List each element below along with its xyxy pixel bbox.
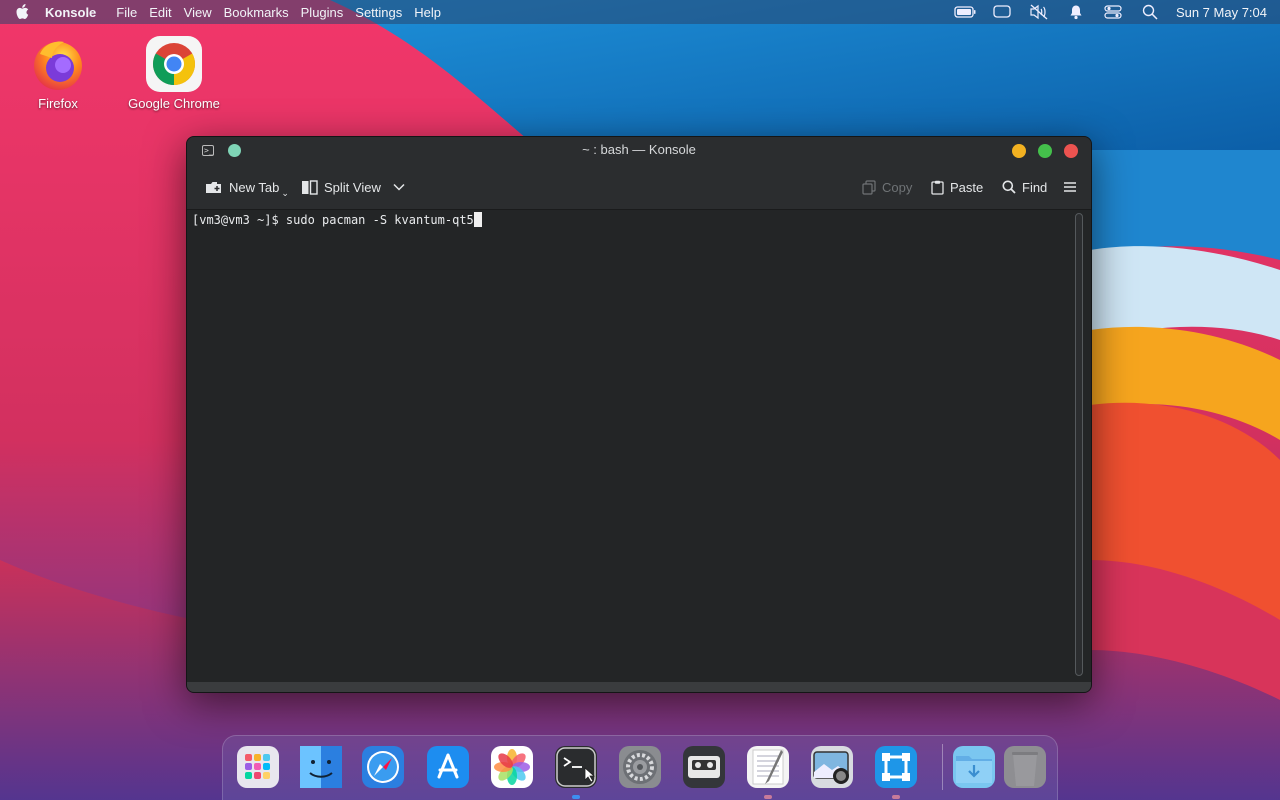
window-bottom-edge <box>187 682 1091 692</box>
hamburger-menu-icon <box>1064 182 1076 192</box>
dock <box>222 735 1058 800</box>
split-view-button[interactable]: Split View <box>301 178 381 196</box>
menu-edit[interactable]: Edit <box>149 5 171 20</box>
app-store-icon <box>427 753 469 792</box>
battery-icon[interactable] <box>954 2 976 22</box>
terminal-scrollbar[interactable] <box>1075 213 1083 676</box>
menu-settings[interactable]: Settings <box>355 5 402 20</box>
cassette-icon <box>683 756 725 792</box>
dock-item-xcode-like[interactable] <box>875 746 917 799</box>
menu-bookmarks[interactable]: Bookmarks <box>224 5 289 20</box>
desktop-icon-label: Firefox <box>38 96 78 111</box>
menu-file[interactable]: File <box>116 5 137 20</box>
control-center-icon[interactable] <box>1102 2 1124 22</box>
menu-help[interactable]: Help <box>414 5 441 20</box>
window-title: ~ : bash — Konsole <box>582 142 696 157</box>
dock-item-photos[interactable] <box>491 746 533 788</box>
minimize-button[interactable] <box>1012 144 1026 158</box>
running-indicator <box>764 795 772 799</box>
terminal-line: [vm3@vm3 ~]$ sudo pacman -S kvantum-qt5 <box>192 212 482 227</box>
display-icon[interactable] <box>991 2 1013 22</box>
copy-icon <box>862 179 876 195</box>
launchpad-icon <box>237 754 279 792</box>
running-indicator <box>892 795 900 799</box>
konsole-window: >_ ~ : bash — Konsole New Tab ⌄ Split Vi… <box>186 136 1092 693</box>
dock-item-launchpad[interactable] <box>237 746 279 788</box>
shell-prompt: [vm3@vm3 ~]$ <box>192 213 286 227</box>
split-view-label: Split View <box>324 179 381 195</box>
dock-separator <box>942 744 943 790</box>
firefox-icon <box>30 36 86 92</box>
terminal-icon <box>555 747 597 792</box>
hamburger-menu-button[interactable] <box>1064 178 1076 196</box>
split-view-icon <box>301 179 318 195</box>
dock-item-downloads[interactable] <box>953 746 995 788</box>
top-menubar: Konsole File Edit View Bookmarks Plugins… <box>0 0 1280 24</box>
chrome-icon <box>146 36 202 92</box>
dock-item-text-editor[interactable] <box>747 746 789 799</box>
frame-icon <box>875 753 917 792</box>
find-button[interactable]: Find <box>1002 178 1047 196</box>
window-titlebar[interactable]: >_ ~ : bash — Konsole <box>187 137 1091 165</box>
dock-item-finder[interactable] <box>300 746 342 788</box>
paste-button[interactable]: Paste <box>931 178 983 196</box>
desktop-icon-label: Google Chrome <box>128 96 220 111</box>
dock-item-screenshot[interactable] <box>811 746 853 788</box>
find-label: Find <box>1022 179 1048 195</box>
search-icon <box>1002 180 1016 194</box>
text-editor-icon <box>747 749 789 792</box>
new-tab-dropdown-icon[interactable]: ⌄ <box>281 188 289 199</box>
new-tab-label: New Tab <box>229 179 280 195</box>
safari-icon <box>362 751 404 792</box>
menu-plugins[interactable]: Plugins <box>301 5 344 20</box>
notification-bell-icon[interactable] <box>1065 2 1087 22</box>
new-tab-button[interactable]: New Tab ⌄ <box>205 178 289 199</box>
copy-label: Copy <box>882 179 913 195</box>
chevron-down-icon <box>393 183 405 191</box>
apple-menu-icon[interactable] <box>13 2 33 22</box>
volume-muted-icon[interactable] <box>1028 2 1050 22</box>
desktop-icon-chrome[interactable]: Google Chrome <box>124 36 224 111</box>
dock-item-cassette-player[interactable] <box>683 746 725 788</box>
paste-label: Paste <box>950 179 984 195</box>
terminal-area[interactable]: [vm3@vm3 ~]$ sudo pacman -S kvantum-qt5 <box>187 210 1071 684</box>
active-app-name[interactable]: Konsole <box>45 5 96 20</box>
menubar-clock[interactable]: Sun 7 May 7:04 <box>1176 5 1267 20</box>
gear-icon <box>619 750 661 792</box>
dock-item-app-store[interactable] <box>427 746 469 788</box>
finder-icon <box>300 746 342 792</box>
paste-icon <box>931 180 944 195</box>
downloads-folder-icon <box>953 756 995 792</box>
maximize-button[interactable] <box>1038 144 1052 158</box>
desktop-icon-firefox[interactable]: Firefox <box>8 36 108 111</box>
dock-item-safari[interactable] <box>362 746 404 788</box>
close-button[interactable] <box>1064 144 1078 158</box>
typed-command: sudo pacman -S kvantum-qt5 <box>285 213 474 227</box>
search-icon[interactable] <box>1139 2 1161 22</box>
screenshot-icon <box>811 751 853 792</box>
running-indicator <box>572 795 580 799</box>
dock-item-trash[interactable] <box>1004 746 1046 788</box>
konsole-toolbar: New Tab ⌄ Split View Copy Paste Find <box>187 165 1091 210</box>
text-cursor <box>473 212 482 227</box>
menu-view[interactable]: View <box>184 5 212 20</box>
dock-item-konsole[interactable] <box>555 746 597 799</box>
trash-icon <box>1004 752 1046 792</box>
photos-icon <box>491 749 533 792</box>
dock-item-system-settings[interactable] <box>619 746 661 788</box>
copy-button[interactable]: Copy <box>862 178 912 196</box>
split-view-dropdown[interactable] <box>393 178 405 196</box>
new-tab-icon <box>205 180 223 194</box>
